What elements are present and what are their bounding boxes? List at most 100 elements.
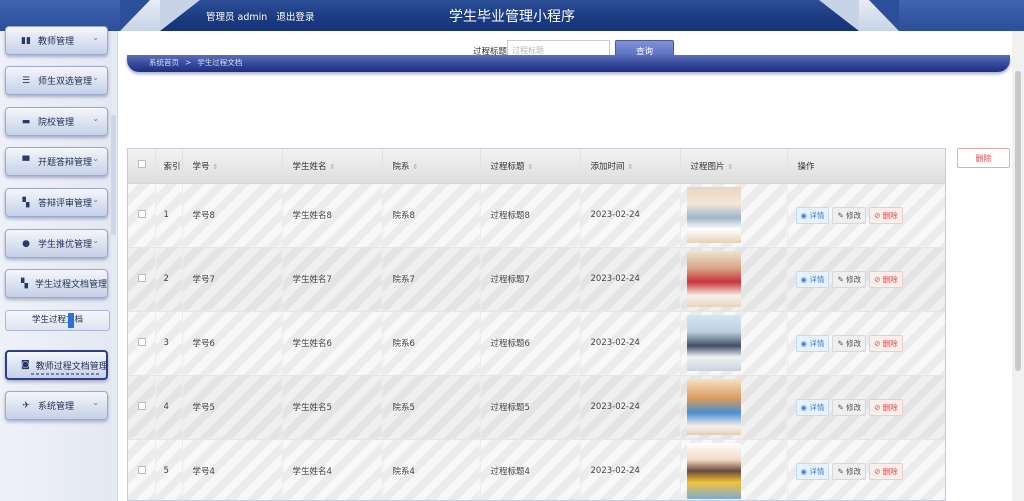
detail-button[interactable]: ◉ 详情 [795,334,830,352]
scrollbar-thumb[interactable] [1015,71,1021,371]
cell-actions: ◉ 详情 ✎ 修改 ⊘ 删除 [787,183,945,248]
column-header-name[interactable]: 学生姓名 ⇕ [282,149,383,184]
cell-image [680,375,788,440]
process-image-thumbnail[interactable] [686,315,741,371]
column-header-label: 学生姓名 [292,161,327,172]
page-scrollbar[interactable] [1012,31,1024,501]
sidebar-item-label: 师生双选管理 [38,77,93,87]
doc-icon: ◙ [21,360,30,370]
sidebar-item-teacher[interactable]: ▮▮ 教师管理 ⌄ [5,26,108,55]
decorative-bar [31,373,101,375]
row-checkbox[interactable] [138,209,146,218]
batch-delete-button[interactable]: 删除 [957,148,1010,168]
delete-button[interactable]: ⊘ 删除 [869,270,903,288]
breadcrumb-current: 学生过程文档 [197,58,243,67]
sidebar-item-label: 教师过程文档管理 [35,361,108,372]
sidebar-item-system[interactable]: ✈ 系统管理 ⌄ [5,391,108,420]
row-checkbox[interactable] [138,401,146,410]
column-header-image[interactable]: 过程图片 ⇕ [680,149,788,184]
cell-time: 2023-02-24 [580,375,681,440]
column-header-title[interactable]: 过程标题 ⇕ [480,149,581,184]
select-all-checkbox[interactable] [138,160,146,169]
sidebar-item-label: 学生过程文档管理 [34,280,107,290]
column-header-student-id[interactable]: 学号 ⇕ [182,149,283,184]
column-header-dept[interactable]: 院系 ⇕ [382,149,481,184]
sort-icon: ⇕ [727,162,734,171]
cell-title: 过程标题6 [480,311,581,376]
detail-button[interactable]: ◉ 详情 [795,270,830,288]
cell-time: 2023-02-24 [580,439,681,500]
chart-icon: ▮▮ [21,35,31,46]
delete-button[interactable]: ⊘ 删除 [869,206,903,224]
column-header-time[interactable]: 添加时间 ⇕ [580,149,681,184]
cell-student-id: 学号5 [182,375,283,440]
text-cursor-marker [68,313,74,328]
chevron-down-icon: ⌄ [92,114,99,123]
delete-button[interactable]: ⊘ 删除 [869,334,903,352]
sidebar-item-label: 学生推优管理 [38,240,93,250]
user-area: 管理员 admin 退出登录 [206,9,320,23]
detail-button[interactable]: ◉ 详情 [795,206,830,224]
sidebar-subitem-student-process-doc[interactable]: 学生过程文档 [5,310,110,331]
breadcrumb-separator: > [185,58,192,67]
sidebar-item-label: 系统管理 [38,402,75,412]
edit-button[interactable]: ✎ 修改 [832,398,867,416]
table-row: 1 学号8 学生姓名8 院系8 过程标题8 2023-02-24 ◉ 详情 ✎ 修改 ⊘ 删除 [128,183,945,248]
row-select-cell [128,247,156,312]
cell-student-id: 学号4 [182,439,283,500]
column-header-label: 院系 [392,161,410,172]
app-title: 学生毕业管理小程序 [449,9,575,25]
sidebar-item-label: 开题答辩管理 [38,158,93,168]
cell-time: 2023-02-24 [580,183,681,248]
cell-name: 学生姓名5 [282,375,383,440]
process-image-thumbnail[interactable] [686,379,741,435]
process-image-thumbnail[interactable] [686,251,741,307]
cell-actions: ◉ 详情 ✎ 修改 ⊘ 删除 [787,439,945,500]
detail-button[interactable]: ◉ 详情 [795,462,830,480]
row-select-cell [128,183,156,248]
chevron-down-icon: ⌄ [92,398,99,407]
sidebar-item-college[interactable]: ▬ 院校管理 ⌄ [5,107,108,136]
sidebar [0,31,118,501]
chevron-down-icon: ⌄ [92,236,99,245]
edit-button[interactable]: ✎ 修改 [832,270,867,288]
edit-button[interactable]: ✎ 修改 [832,334,867,352]
delete-button[interactable]: ⊘ 删除 [869,398,903,416]
logout-link[interactable]: 退出登录 [276,12,314,23]
chevron-down-icon: ⌄ [92,73,99,82]
sidebar-item-student-process-docs[interactable]: ▚ 学生过程文档管理 [5,269,108,298]
cell-student-id: 学号8 [182,183,283,248]
edit-button[interactable]: ✎ 修改 [832,462,867,480]
column-header-label: 过程标题 [490,161,525,172]
sidebar-item-student-recommendation[interactable]: ● 学生推优管理 ⌄ [5,229,108,258]
delete-button[interactable]: ⊘ 删除 [869,462,903,480]
select-all-cell [128,149,156,184]
sidebar-scrollbar[interactable] [111,115,116,235]
sidebar-item-proposal-defense[interactable]: ▀ 开题答辩管理 ⌄ [5,147,108,176]
row-checkbox[interactable] [138,465,146,474]
grid-icon: ▚ [21,278,28,289]
sidebar-item-label: 院校管理 [38,118,75,128]
cell-name: 学生姓名6 [282,311,383,376]
table-row: 2 学号7 学生姓名7 院系7 过程标题7 2023-02-24 ◉ 详情 ✎ 修改 ⊘ 删除 [128,247,945,312]
sidebar-item-mutual-selection[interactable]: ☰ 师生双选管理 ⌄ [5,66,108,95]
process-image-thumbnail[interactable] [686,187,741,243]
cell-name: 学生姓名4 [282,439,383,500]
detail-button[interactable]: ◉ 详情 [795,398,830,416]
row-select-cell [128,439,156,500]
edit-button[interactable]: ✎ 修改 [832,206,867,224]
cell-actions: ◉ 详情 ✎ 修改 ⊘ 删除 [787,247,945,312]
row-checkbox[interactable] [138,337,146,346]
row-checkbox[interactable] [138,273,146,282]
cell-title: 过程标题4 [480,439,581,500]
cell-dept: 院系5 [382,375,481,440]
process-image-thumbnail[interactable] [686,443,741,499]
cell-dept: 院系4 [382,439,481,500]
sidebar-item-defense-review[interactable]: ▚ 答辩评审管理 ⌄ [5,188,108,217]
cell-title: 过程标题5 [480,375,581,440]
breadcrumb-home[interactable]: 系统首页 [149,58,179,67]
chat-icon: ▬ [21,116,31,127]
cell-student-id: 学号7 [182,247,283,312]
sidebar-item-teacher-process-docs[interactable]: ◙ 教师过程文档管理 [5,350,108,380]
sidebar-item-label: 答辩评审管理 [38,199,93,209]
